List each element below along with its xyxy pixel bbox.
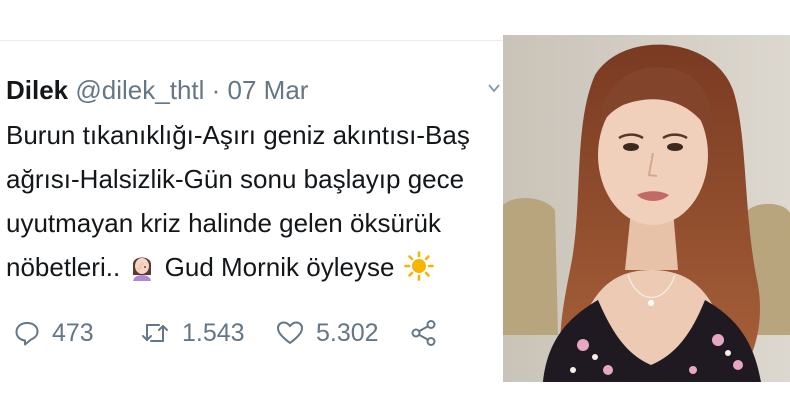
tweet-header: Dilek @dilek_thtl · 07 Mar (6, 75, 308, 105)
screenshot-canvas: Dilek @dilek_thtl · 07 Mar Burun tıkanık… (0, 0, 790, 420)
tweet-text: Burun tıkanıklığı-Aşırı geniz akıntısı-B… (6, 113, 501, 294)
like-icon (276, 320, 304, 346)
tweet-actions: 473 1.543 5.302 (0, 311, 502, 355)
retweet-icon (140, 320, 170, 346)
retweet-count: 1.543 (182, 318, 245, 347)
tweet-text-line: Burun tıkanıklığı-Aşırı geniz akıntısı-B… (6, 120, 470, 150)
portrait-photo (503, 35, 790, 382)
tweet-text-line-last: nöbetleri.. Gud Mornik öyleyse (6, 245, 501, 294)
tweet-date[interactable]: 07 Mar (228, 75, 309, 105)
tweet-card[interactable]: Dilek @dilek_thtl · 07 Mar Burun tıkanık… (0, 40, 502, 386)
tweet-text-line: uyutmayan kriz halinde gelen öksürük (6, 208, 442, 238)
reply-button[interactable]: 473 (14, 311, 94, 355)
author-name[interactable]: Dilek (6, 75, 68, 105)
retweet-button[interactable]: 1.543 (140, 311, 245, 355)
share-button[interactable] (410, 311, 438, 355)
header-separator: · (204, 75, 228, 105)
facepalm-woman-emoji (129, 250, 155, 294)
tweet-text-segment: nöbetleri.. (6, 252, 121, 282)
reply-count: 473 (52, 318, 94, 347)
reply-icon (14, 320, 40, 346)
like-button[interactable]: 5.302 (276, 311, 379, 355)
like-count: 5.302 (316, 318, 379, 347)
caret-down-icon[interactable] (487, 81, 501, 95)
sun-emoji (403, 250, 434, 294)
author-handle[interactable]: @dilek_thtl (75, 75, 204, 105)
tweet-text-line: ağrısı-Halsizlik-Gün sonu başlayıp gece (6, 164, 465, 194)
share-icon (410, 319, 438, 347)
tweet-text-segment: Gud Mornik öyleyse (164, 252, 395, 282)
